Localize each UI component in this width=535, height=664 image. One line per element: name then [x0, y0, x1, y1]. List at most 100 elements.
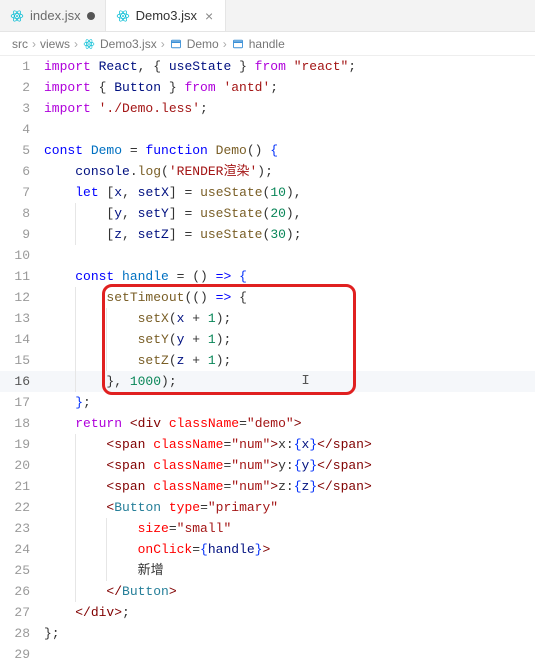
tab-demo3-jsx[interactable]: Demo3.jsx × [106, 0, 227, 31]
react-icon [116, 9, 130, 23]
code-line[interactable]: 15 setZ(z + 1); [0, 350, 535, 371]
line-number: 11 [0, 266, 44, 287]
code-line[interactable]: 8 [y, setY] = useState(20), [0, 203, 535, 224]
code-content[interactable] [44, 245, 535, 266]
code-content[interactable]: onClick={handle}> [44, 539, 535, 560]
chevron-right-icon: › [161, 37, 165, 51]
code-line[interactable]: 19 <span className="num">x:{x}</span> [0, 434, 535, 455]
line-number: 5 [0, 140, 44, 161]
code-content[interactable]: 新增 [44, 560, 535, 581]
code-line[interactable]: 2import { Button } from 'antd'; [0, 77, 535, 98]
code-line[interactable]: 7 let [x, setX] = useState(10), [0, 182, 535, 203]
line-number: 6 [0, 161, 44, 182]
line-number: 15 [0, 350, 44, 371]
code-line[interactable]: 4 [0, 119, 535, 140]
code-line[interactable]: 12 setTimeout(() => { [0, 287, 535, 308]
text-cursor-icon: I [301, 373, 309, 389]
code-line[interactable]: 9 [z, setZ] = useState(30); [0, 224, 535, 245]
code-line[interactable]: 6 console.log('RENDER渲染'); [0, 161, 535, 182]
line-number: 28 [0, 623, 44, 644]
line-number: 14 [0, 329, 44, 350]
code-content[interactable]: import { Button } from 'antd'; [44, 77, 535, 98]
code-content[interactable]: const Demo = function Demo() { [44, 140, 535, 161]
code-content[interactable]: setX(x + 1); [44, 308, 535, 329]
code-content[interactable]: <span className="num">y:{y}</span> [44, 455, 535, 476]
code-content[interactable]: [y, setY] = useState(20), [44, 203, 535, 224]
tab-index-jsx[interactable]: index.jsx [0, 0, 106, 31]
crumb-file[interactable]: Demo3.jsx [100, 37, 157, 51]
code-content[interactable]: import React, { useState } from "react"; [44, 56, 535, 77]
code-content[interactable]: console.log('RENDER渲染'); [44, 161, 535, 182]
code-content[interactable] [44, 119, 535, 140]
line-number: 10 [0, 245, 44, 266]
code-line[interactable]: 3import './Demo.less'; [0, 98, 535, 119]
code-content[interactable]: </Button> [44, 581, 535, 602]
tab-bar: index.jsx Demo3.jsx × [0, 0, 535, 32]
code-content[interactable]: setTimeout(() => { [44, 287, 535, 308]
code-content[interactable]: <span className="num">z:{z}</span> [44, 476, 535, 497]
code-content[interactable]: setY(y + 1); [44, 329, 535, 350]
line-number: 4 [0, 119, 44, 140]
code-line[interactable]: 29 [0, 644, 535, 664]
code-line[interactable]: 22 <Button type="primary" [0, 497, 535, 518]
crumb-src[interactable]: src [12, 37, 28, 51]
symbol-variable-icon [231, 37, 245, 51]
code-line[interactable]: 28}; [0, 623, 535, 644]
code-line[interactable]: 11 const handle = () => { [0, 266, 535, 287]
line-number: 27 [0, 602, 44, 623]
line-number: 26 [0, 581, 44, 602]
code-content[interactable]: [z, setZ] = useState(30); [44, 224, 535, 245]
code-content[interactable]: size="small" [44, 518, 535, 539]
code-line[interactable]: 13 setX(x + 1); [0, 308, 535, 329]
line-number: 19 [0, 434, 44, 455]
breadcrumb: src › views › Demo3.jsx › Demo › handle [0, 32, 535, 56]
close-icon[interactable]: × [203, 8, 215, 24]
line-number: 16 [0, 371, 44, 392]
code-content[interactable] [44, 644, 535, 664]
line-number: 29 [0, 644, 44, 664]
crumb-symbol-demo[interactable]: Demo [187, 37, 219, 51]
line-number: 7 [0, 182, 44, 203]
dirty-indicator-icon [87, 12, 95, 20]
symbol-variable-icon [169, 37, 183, 51]
line-number: 3 [0, 98, 44, 119]
chevron-right-icon: › [223, 37, 227, 51]
code-line[interactable]: 26 </Button> [0, 581, 535, 602]
line-number: 20 [0, 455, 44, 476]
code-content[interactable]: let [x, setX] = useState(10), [44, 182, 535, 203]
code-line[interactable]: 27 </div>; [0, 602, 535, 623]
code-content[interactable]: <span className="num">x:{x}</span> [44, 434, 535, 455]
code-content[interactable]: }; [44, 623, 535, 644]
code-line[interactable]: 23 size="small" [0, 518, 535, 539]
code-line[interactable]: 16 }, 1000); [0, 371, 535, 392]
code-content[interactable]: import './Demo.less'; [44, 98, 535, 119]
code-editor[interactable]: 1import React, { useState } from "react"… [0, 56, 535, 664]
line-number: 22 [0, 497, 44, 518]
code-content[interactable]: </div>; [44, 602, 535, 623]
code-content[interactable]: }; [44, 392, 535, 413]
tab-label: index.jsx [30, 8, 81, 23]
code-line[interactable]: 20 <span className="num">y:{y}</span> [0, 455, 535, 476]
line-number: 8 [0, 203, 44, 224]
crumb-symbol-handle[interactable]: handle [249, 37, 285, 51]
code-line[interactable]: 21 <span className="num">z:{z}</span> [0, 476, 535, 497]
code-content[interactable]: <Button type="primary" [44, 497, 535, 518]
code-line[interactable]: 17 }; [0, 392, 535, 413]
code-line[interactable]: 5const Demo = function Demo() { [0, 140, 535, 161]
code-line[interactable]: 1import React, { useState } from "react"… [0, 56, 535, 77]
line-number: 1 [0, 56, 44, 77]
code-line[interactable]: 10 [0, 245, 535, 266]
react-icon [10, 9, 24, 23]
line-number: 12 [0, 287, 44, 308]
code-line[interactable]: 25 新增 [0, 560, 535, 581]
code-line[interactable]: 24 onClick={handle}> [0, 539, 535, 560]
tab-label: Demo3.jsx [136, 8, 197, 23]
code-content[interactable]: setZ(z + 1); [44, 350, 535, 371]
code-line[interactable]: 18 return <div className="demo"> [0, 413, 535, 434]
code-line[interactable]: 14 setY(y + 1); [0, 329, 535, 350]
crumb-views[interactable]: views [40, 37, 70, 51]
code-content[interactable]: }, 1000); [44, 371, 535, 392]
code-content[interactable]: return <div className="demo"> [44, 413, 535, 434]
code-content[interactable]: const handle = () => { [44, 266, 535, 287]
chevron-right-icon: › [74, 37, 78, 51]
